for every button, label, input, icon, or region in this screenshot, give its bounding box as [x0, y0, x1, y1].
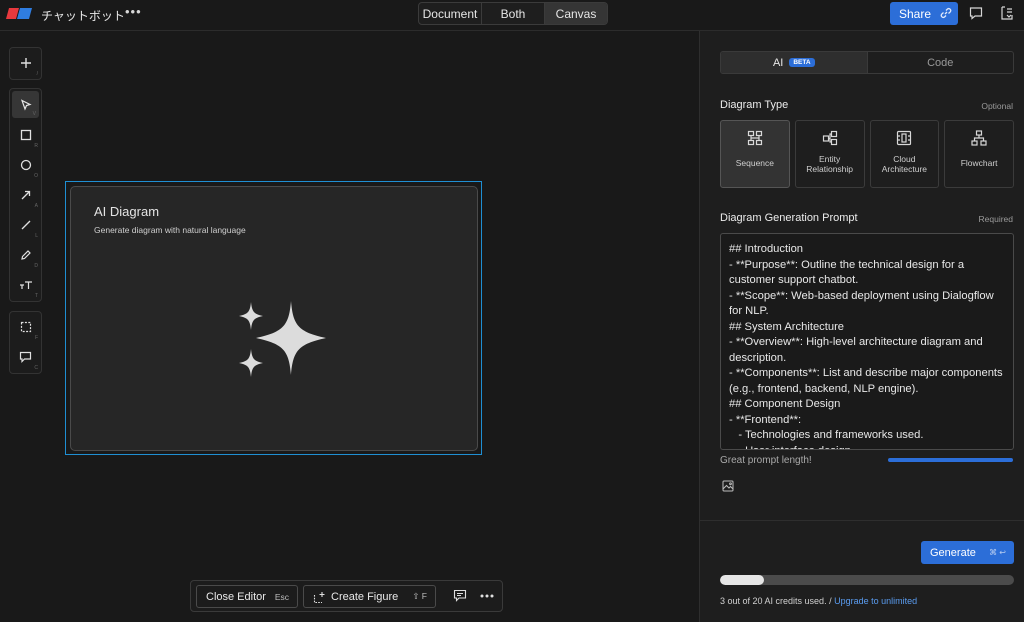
- diagram-type-cloud-architecture[interactable]: Cloud Architecture: [869, 120, 940, 188]
- close-editor-button[interactable]: Close Editor Esc: [196, 585, 298, 608]
- line-tool[interactable]: L: [10, 210, 41, 240]
- cloud-architecture-icon: [897, 130, 912, 146]
- pencil-icon: [20, 250, 31, 260]
- panel-tabs: AI BETA Code: [720, 51, 1014, 74]
- diagram-type-label: Flowchart: [960, 158, 998, 168]
- shortcut-label: L: [35, 233, 38, 239]
- prompt-length-status: Great prompt length!: [720, 455, 812, 466]
- upgrade-link[interactable]: Upgrade to unlimited: [834, 596, 917, 606]
- prompt-textarea[interactable]: ## Introduction - **Purpose**: Outline t…: [720, 233, 1014, 450]
- entity-relationship-icon: [822, 130, 837, 146]
- beta-badge: BETA: [789, 58, 815, 67]
- arrow-tool[interactable]: A: [10, 180, 41, 210]
- line-icon: [21, 220, 30, 230]
- comment-icon: [19, 351, 32, 363]
- diagram-type-title: Diagram Type: [720, 99, 789, 111]
- panel-divider: [700, 520, 1024, 521]
- prompt-hint: Required: [978, 214, 1014, 224]
- pencil-tool[interactable]: D: [10, 240, 41, 270]
- cursor-icon: [20, 98, 32, 111]
- create-figure-icon: [313, 592, 325, 604]
- select-tool[interactable]: V: [12, 91, 39, 118]
- prompt-title: Diagram Generation Prompt: [720, 212, 858, 224]
- app-logo-icon[interactable]: [6, 8, 32, 19]
- text-tool[interactable]: T: [10, 270, 41, 300]
- create-figure-shortcut: ⇧ F: [412, 591, 427, 601]
- arrow-icon: [21, 190, 30, 200]
- square-icon: [20, 129, 31, 141]
- add-button[interactable]: /: [10, 48, 41, 78]
- plus-icon: [20, 58, 31, 68]
- frame-toolbar: F C: [9, 311, 42, 374]
- share-label: Share: [899, 6, 932, 21]
- create-figure-label: Create Figure: [331, 590, 399, 603]
- sparkles-icon: [239, 301, 326, 377]
- view-mode-document[interactable]: Document: [419, 3, 482, 24]
- view-mode-canvas[interactable]: Canvas: [545, 3, 607, 24]
- shortcut-label: F: [34, 335, 38, 341]
- image-upload-icon[interactable]: [722, 480, 734, 492]
- outline-panel-icon[interactable]: [999, 5, 1015, 21]
- rectangle-tool[interactable]: R: [10, 120, 41, 150]
- editor-bottom-bar: Close Editor Esc Create Figure ⇧ F: [190, 580, 503, 612]
- comment-icon[interactable]: [453, 589, 467, 602]
- link-icon: [940, 7, 952, 19]
- shortcut-label: C: [34, 365, 38, 371]
- ai-diagram-figure[interactable]: AI Diagram Generate diagram with natural…: [70, 186, 478, 451]
- tab-ai[interactable]: AI BETA: [721, 52, 868, 73]
- shortcut-label: R: [34, 143, 38, 149]
- frame-icon: [20, 321, 31, 333]
- frame-tool[interactable]: F: [10, 312, 41, 342]
- diagram-type-hint: Optional: [981, 101, 1013, 111]
- tab-code[interactable]: Code: [868, 52, 1014, 73]
- diagram-type-label: Cloud Architecture: [881, 154, 928, 174]
- create-figure-button[interactable]: Create Figure ⇧ F: [303, 585, 436, 608]
- text-icon: [19, 281, 32, 289]
- comments-icon[interactable]: [968, 5, 984, 21]
- credits-text: 3 out of 20 AI credits used. /: [720, 596, 832, 606]
- ellipse-tool[interactable]: O: [10, 150, 41, 180]
- credits-progress-bar: [720, 575, 1014, 585]
- diagram-type-label: Sequence: [735, 158, 775, 168]
- circle-icon: [20, 159, 31, 171]
- prompt-length-bar: [888, 458, 1013, 462]
- add-toolbar: /: [9, 47, 42, 80]
- document-title[interactable]: チャットボット: [41, 7, 125, 24]
- shortcut-label: T: [34, 293, 38, 299]
- shortcut-label: A: [34, 203, 38, 209]
- ai-panel: AI BETA Code Diagram Type Optional Seque…: [699, 31, 1024, 622]
- shortcut-label: D: [34, 263, 38, 269]
- tab-ai-label: AI: [772, 56, 784, 69]
- figure-subtitle: Generate diagram with natural language: [94, 225, 246, 235]
- credits-progress-fill: [720, 575, 765, 585]
- generate-button[interactable]: Generate ⌘ ↩: [921, 541, 1014, 564]
- generate-shortcut: ⌘ ↩: [989, 548, 1006, 557]
- diagram-type-options: Sequence Entity Relationship Cloud Archi…: [720, 120, 1014, 188]
- close-editor-shortcut: Esc: [274, 591, 289, 602]
- diagram-type-label: Entity Relationship: [806, 154, 854, 174]
- top-bar: チャットボット ••• Document Both Canvas Share: [0, 0, 1024, 31]
- figure-title: AI Diagram: [94, 204, 160, 219]
- more-options-icon[interactable]: [480, 594, 494, 598]
- flowchart-icon: [971, 130, 987, 146]
- diagram-type-flowchart[interactable]: Flowchart: [944, 120, 1014, 188]
- shortcut-label: /: [36, 71, 38, 77]
- diagram-type-entity-relationship[interactable]: Entity Relationship: [794, 120, 865, 188]
- generate-label: Generate: [930, 546, 976, 559]
- shortcut-label: V: [32, 111, 36, 117]
- view-mode-switch: Document Both Canvas: [418, 2, 608, 25]
- view-mode-both[interactable]: Both: [482, 3, 545, 24]
- share-button[interactable]: Share: [890, 2, 958, 25]
- comment-tool[interactable]: C: [10, 342, 41, 372]
- sequence-icon: [747, 130, 762, 146]
- tool-toolbar: V R O A L D T: [9, 88, 42, 302]
- more-options-icon[interactable]: •••: [125, 4, 142, 19]
- credits-status: 3 out of 20 AI credits used. / Upgrade t…: [720, 596, 917, 606]
- close-editor-label: Close Editor: [206, 590, 266, 603]
- diagram-type-sequence[interactable]: Sequence: [720, 120, 790, 188]
- shortcut-label: O: [34, 173, 38, 179]
